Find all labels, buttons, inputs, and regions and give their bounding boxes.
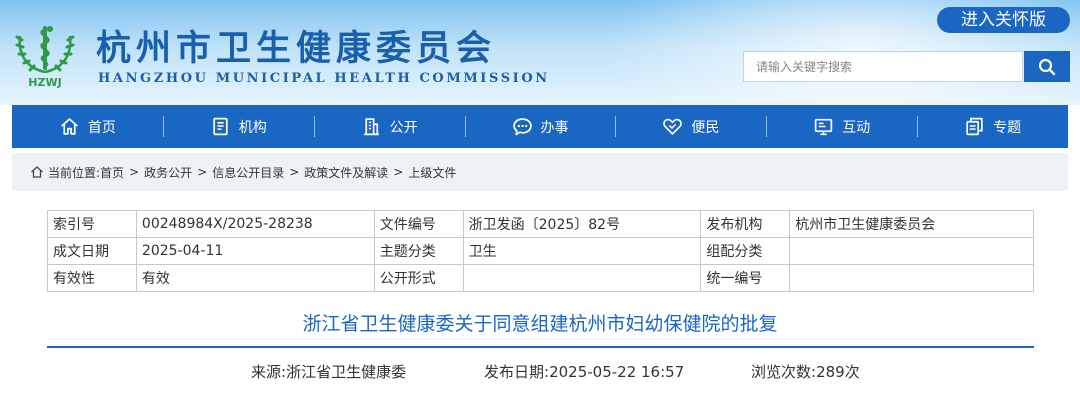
chat-icon (512, 118, 532, 136)
search-button[interactable] (1024, 51, 1070, 82)
search-icon (1038, 58, 1056, 75)
main-nav: 首页 机构 公开 办事 便民 互动 专题 (12, 105, 1068, 148)
nav-item-label: 首页 (87, 119, 116, 136)
breadcrumb: 当前位置: 首页 > 政务公开 > 信息公开目录 > 政策文件及解读 > 上级文… (12, 153, 1068, 191)
nav-item-label: 公开 (389, 119, 418, 136)
table-cell: 文件编号 (373, 210, 464, 238)
table-cell: 成文日期 (47, 237, 137, 265)
table-cell (789, 237, 1034, 265)
site-subtitle: HANGZHOU MUNICIPAL HEALTH COMMISSION (98, 71, 550, 86)
hzwj-logo-icon[interactable]: HZWJ (12, 18, 78, 90)
document-meta-table: 索引号 00248984X/2025-28238 文件编号 浙卫发函〔2025〕… (47, 210, 1034, 292)
home-icon (60, 118, 78, 135)
views-label: 浏览次数: (751, 363, 817, 381)
logo-text: HZWJ (28, 76, 61, 89)
date-value: 2025-05-22 16:57 (549, 363, 685, 381)
table-row: 索引号 00248984X/2025-28238 文件编号 浙卫发函〔2025〕… (47, 210, 1034, 238)
nav-item-label: 机构 (238, 119, 267, 136)
source-label: 来源: (251, 363, 287, 381)
breadcrumb-item-policy-docs[interactable]: 政策文件及解读 (304, 164, 388, 181)
breadcrumb-prefix: 当前位置: (48, 165, 101, 180)
breadcrumb-separator: > (289, 165, 300, 179)
table-cell: 有效 (135, 264, 375, 292)
table-cell: 浙卫发函〔2025〕82号 (462, 210, 702, 238)
table-cell: 卫生 (462, 237, 702, 265)
breadcrumb-item-info-catalog[interactable]: 信息公开目录 (212, 164, 284, 181)
nav-item-convenience[interactable]: 便民 (615, 105, 766, 148)
table-row: 成文日期 2025-04-11 主题分类 卫生 组配分类 (47, 237, 1034, 265)
monitor-icon (815, 118, 833, 136)
table-cell: 索引号 (47, 210, 137, 238)
site-title[interactable]: 杭州市卫生健康委员会 (96, 20, 496, 71)
care-version-button[interactable]: 进入关怀版 (937, 7, 1070, 33)
nav-item-topics[interactable]: 专题 (917, 105, 1068, 148)
breadcrumb-separator: > (393, 165, 404, 179)
nav-item-institution[interactable]: 机构 (162, 105, 314, 148)
table-cell: 发布机构 (700, 210, 791, 238)
handshake-icon (663, 118, 683, 135)
nav-item-public[interactable]: 公开 (313, 105, 465, 148)
article-views: 浏览次数:289次 (751, 361, 860, 382)
search-input[interactable] (743, 51, 1023, 82)
document-icon (213, 117, 228, 136)
table-cell: 主题分类 (373, 237, 464, 265)
breadcrumb-item-gov-affairs[interactable]: 政务公开 (144, 164, 192, 181)
source-value: 浙江省卫生健康委 (286, 363, 407, 381)
breadcrumb-item-superior-docs[interactable]: 上级文件 (408, 164, 456, 181)
copy-icon (966, 117, 983, 136)
article-title: 浙江省卫生健康委关于同意组建杭州市妇幼保健院的批复 (302, 313, 778, 335)
table-cell: 统一编号 (700, 264, 791, 292)
breadcrumb-separator: > (197, 165, 208, 179)
nav-item-label: 专题 (993, 119, 1022, 136)
site-header: HZWJ 杭州市卫生健康委员会 HANGZHOU MUNICIPAL HEALT… (0, 0, 1080, 105)
date-label: 发布日期: (484, 363, 550, 381)
nav-item-label: 便民 (691, 119, 720, 136)
breadcrumb-item-home[interactable]: 首页 (100, 164, 124, 181)
nav-item-services[interactable]: 办事 (464, 105, 616, 148)
table-cell: 2025-04-11 (135, 237, 375, 265)
title-divider (47, 346, 1034, 348)
table-cell: 有效性 (47, 264, 137, 292)
table-cell: 组配分类 (700, 237, 791, 265)
building-icon (363, 118, 379, 136)
table-row: 有效性 有效 公开形式 统一编号 (47, 264, 1034, 292)
table-cell (789, 264, 1034, 292)
table-cell: 00248984X/2025-28238 (135, 210, 375, 238)
nav-item-label: 互动 (842, 119, 871, 136)
nav-item-label: 办事 (540, 119, 569, 136)
table-cell: 公开形式 (373, 264, 464, 292)
nav-item-home[interactable]: 首页 (12, 105, 163, 148)
views-value: 289次 (816, 363, 860, 381)
home-icon (31, 166, 43, 178)
table-cell (462, 264, 702, 292)
article-date: 发布日期:2025-05-22 16:57 (484, 361, 684, 382)
article-source: 来源:浙江省卫生健康委 (251, 361, 406, 382)
table-cell: 杭州市卫生健康委员会 (789, 210, 1034, 238)
nav-item-interaction[interactable]: 互动 (766, 105, 917, 148)
breadcrumb-separator: > (129, 165, 140, 179)
